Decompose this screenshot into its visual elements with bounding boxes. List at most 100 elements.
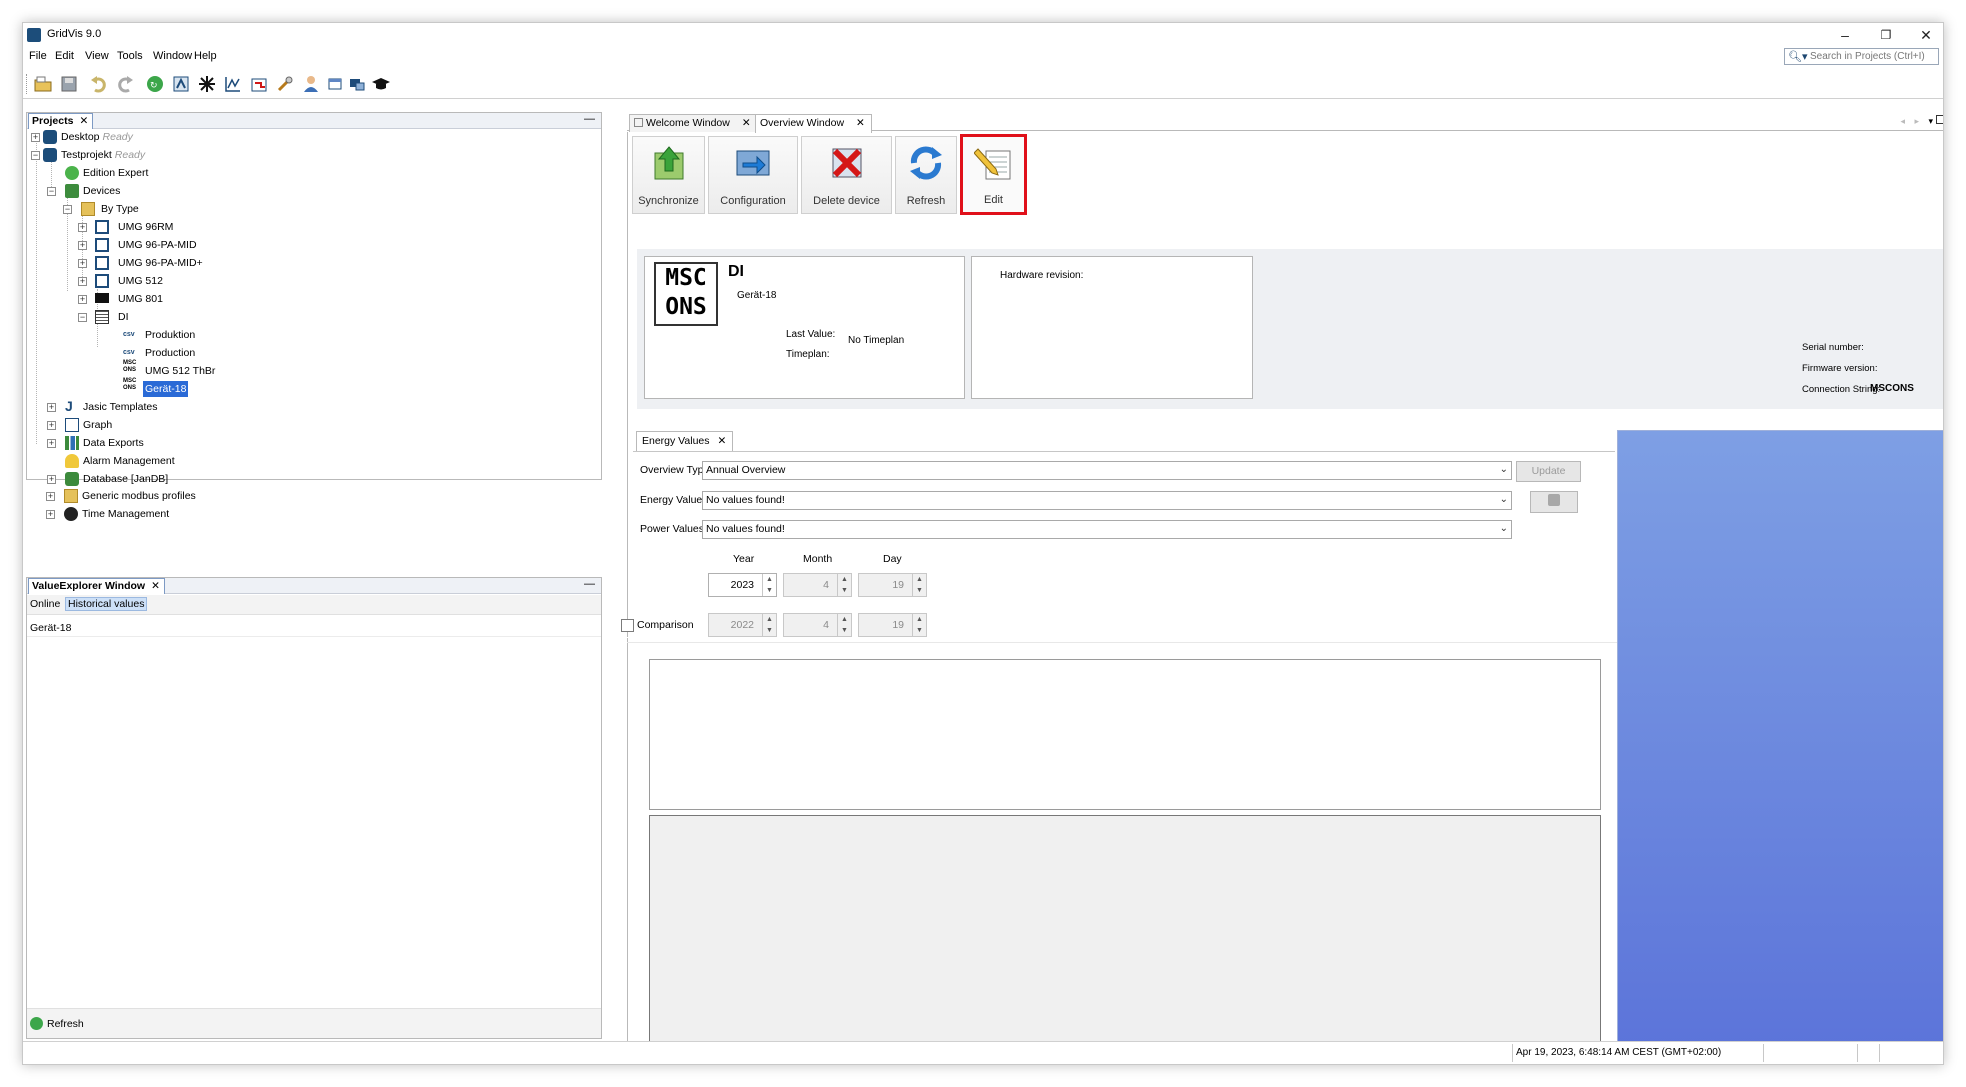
update-button[interactable]: Update	[1516, 461, 1581, 482]
minimize-panel-button[interactable]: —	[584, 578, 595, 590]
tab-scroll-left-icon[interactable]: ◂	[1900, 116, 1905, 127]
user-icon[interactable]	[299, 73, 323, 95]
refresh-button[interactable]: Refresh	[895, 136, 957, 214]
refresh-link[interactable]: Refresh	[47, 1018, 84, 1030]
redo-icon[interactable]	[113, 73, 137, 95]
status-timestamp: Apr 19, 2023, 6:48:14 AM CEST (GMT+02:00…	[1516, 1047, 1722, 1058]
monitor-icon[interactable]	[345, 73, 369, 95]
firmware-version-label: Firmware version:	[1802, 363, 1878, 374]
comparison-year-spinner[interactable]: 2022 ▲ ▼	[708, 613, 777, 637]
mode-online-button[interactable]: Online	[30, 598, 60, 610]
overview-type-value: Annual Overview	[706, 464, 786, 476]
comparison-checkbox[interactable]	[621, 619, 634, 632]
month-column-header: Month	[803, 553, 833, 565]
value-explorer-panel: ValueExplorer Window ✕ — Online Historica…	[26, 577, 602, 1039]
refresh-icon	[30, 1017, 43, 1030]
tab-scroll-right-icon[interactable]: ▸	[1914, 116, 1919, 127]
gradient-side-panel	[1617, 430, 1943, 1064]
mode-historical-button[interactable]: Historical values	[65, 597, 148, 611]
close-icon[interactable]: ✕	[151, 580, 160, 592]
power-values-value: No values found!	[706, 523, 785, 535]
comparison-day-spinner[interactable]: 19 ▲ ▼	[858, 613, 927, 637]
month-spinner[interactable]: 4 ▲ ▼	[783, 573, 852, 597]
graph-icon[interactable]	[221, 73, 245, 95]
tab-value-explorer[interactable]: ValueExplorer Window ✕	[28, 578, 165, 594]
year-value: 2023	[730, 579, 754, 591]
asterisk-icon[interactable]	[195, 73, 219, 95]
status-divider	[1879, 1044, 1880, 1062]
overview-type-select[interactable]: Annual Overview ⌄	[702, 461, 1512, 480]
menu-tools[interactable]: Tools	[117, 50, 143, 62]
app-logo-icon	[27, 28, 41, 42]
clock-icon	[64, 507, 78, 521]
timeplan-label: Timeplan:	[786, 349, 830, 360]
window-title: GridVis 9.0	[47, 28, 102, 40]
menu-edit[interactable]: Edit	[55, 50, 74, 62]
projects-tree-tail: + Generic modbus profiles + Time Managem…	[26, 112, 600, 521]
configuration-button[interactable]: Configuration	[708, 136, 798, 214]
tree-item-time-management[interactable]: + Time Management	[26, 506, 426, 522]
tab-list-icon[interactable]: ▾	[1928, 116, 1933, 127]
spinner-arrows-icon[interactable]: ▲ ▼	[837, 574, 851, 596]
export-icon	[1548, 494, 1560, 506]
device-config-icon[interactable]	[169, 73, 193, 95]
spinner-arrows-icon[interactable]: ▲ ▼	[762, 574, 776, 596]
restore-button[interactable]: ❐	[1871, 25, 1901, 45]
spinner-arrows-icon[interactable]: ▲ ▼	[837, 614, 851, 636]
connection-string-value: MSCONS	[1870, 383, 1914, 394]
maximize-icon[interactable]	[1936, 115, 1943, 124]
synchronize-icon[interactable]: ↻	[143, 73, 167, 95]
month-value: 4	[823, 579, 829, 591]
close-icon[interactable]: ✕	[718, 435, 727, 447]
tab-overview-window[interactable]: Overview Window ✕	[755, 114, 872, 133]
minimize-button[interactable]: –	[1830, 25, 1860, 45]
day-spinner[interactable]: 19 ▲ ▼	[858, 573, 927, 597]
delete-device-label: Delete device	[813, 195, 880, 207]
synchronize-button[interactable]: Synchronize	[632, 136, 705, 214]
menu-file[interactable]: File	[29, 50, 47, 62]
value-explorer-footer: Refresh	[27, 1008, 601, 1038]
power-values-select[interactable]: No values found! ⌄	[702, 520, 1512, 539]
close-icon[interactable]: ✕	[856, 117, 865, 129]
graduation-cap-icon[interactable]	[369, 73, 393, 95]
spinner-arrows-icon[interactable]: ▲ ▼	[912, 614, 926, 636]
mscons-logo: MSC ONS	[654, 262, 718, 326]
menu-window[interactable]: Window	[153, 50, 192, 62]
document-tabs: Welcome Window ✕ Overview Window ✕ ◂ ▸ ▾	[627, 113, 1943, 133]
year-spinner[interactable]: 2023 ▲ ▼	[708, 573, 777, 597]
spinner-arrows-icon[interactable]: ▲ ▼	[912, 574, 926, 596]
tree-item-generic-modbus[interactable]: + Generic modbus profiles	[26, 488, 426, 504]
spinner-arrows-icon[interactable]: ▲ ▼	[762, 614, 776, 636]
divider	[27, 636, 601, 637]
delete-device-button[interactable]: Delete device	[801, 136, 892, 214]
open-project-icon[interactable]	[31, 73, 55, 95]
energy-values-select[interactable]: No values found! ⌄	[702, 491, 1512, 510]
save-icon[interactable]	[57, 73, 81, 95]
expand-icon[interactable]: +	[46, 510, 55, 519]
delete-icon	[832, 148, 861, 178]
status-divider	[1512, 1044, 1513, 1062]
import-icon[interactable]	[247, 73, 271, 95]
comparison-month-spinner[interactable]: 4 ▲ ▼	[783, 613, 852, 637]
mode-bar: Online Historical values	[27, 595, 601, 615]
menu-help[interactable]: Help	[194, 50, 217, 62]
close-icon[interactable]: ✕	[742, 117, 751, 129]
window-icon[interactable]	[323, 73, 347, 95]
expand-icon[interactable]: +	[46, 492, 55, 501]
export-button[interactable]	[1530, 491, 1578, 513]
menu-view[interactable]: View	[85, 50, 109, 62]
synchronize-icon	[654, 146, 683, 180]
undo-icon[interactable]	[87, 73, 111, 95]
comparison-day-value: 19	[892, 619, 904, 631]
tools-icon[interactable]	[273, 73, 297, 95]
tab-overview-label: Overview Window	[760, 117, 845, 129]
close-button[interactable]: ✕	[1911, 25, 1941, 45]
title-bar: GridVis 9.0 – ❐ ✕	[23, 23, 1943, 47]
edit-label: Edit	[984, 194, 1003, 206]
tab-energy-values[interactable]: Energy Values ✕	[636, 431, 734, 451]
edit-button[interactable]: Edit	[960, 134, 1027, 215]
value-explorer-item[interactable]: Gerät-18	[30, 622, 71, 634]
tab-welcome-window[interactable]: Welcome Window ✕	[629, 114, 758, 132]
serial-number-label: Serial number:	[1802, 342, 1864, 353]
search-input[interactable]: 🔍︎▾ Search in Projects (Ctrl+I)	[1784, 48, 1939, 65]
